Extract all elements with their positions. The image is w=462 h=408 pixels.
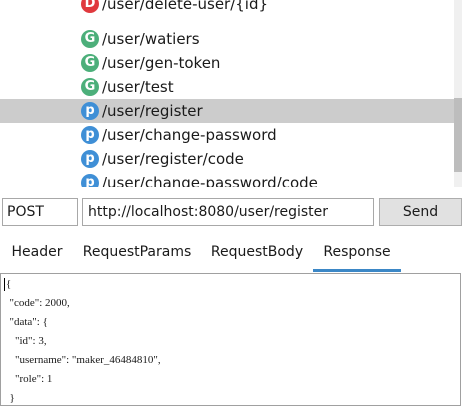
response-line: { xyxy=(6,278,12,290)
post-method-badge: p xyxy=(81,150,99,168)
endpoint-path: /user/delete-user/{id} xyxy=(102,0,269,13)
tab-request-body[interactable]: RequestBody xyxy=(202,236,312,272)
request-bar: POST http://localhost:8080/user/register… xyxy=(0,196,462,230)
post-method-badge: p xyxy=(81,126,99,144)
response-line: "data": { xyxy=(4,316,48,328)
endpoint-path: /user/test xyxy=(102,78,174,96)
response-line: "code": 2000, xyxy=(4,297,70,309)
request-tabs: Header RequestParams RequestBody Respons… xyxy=(0,236,462,272)
tab-response[interactable]: Response xyxy=(313,236,401,272)
endpoint-path: /user/change-password/code xyxy=(102,174,318,187)
endpoint-row[interactable]: p /user/change-password xyxy=(0,123,462,147)
method-field[interactable]: POST xyxy=(2,198,78,226)
endpoint-row[interactable]: p /user/change-password/code xyxy=(0,171,462,187)
endpoint-path: /user/register/code xyxy=(102,150,244,168)
response-body[interactable]: { "code": 2000, "data": { "id": 3, "user… xyxy=(0,273,461,406)
get-method-badge: G xyxy=(81,54,99,72)
endpoint-list[interactable]: D /user/delete-user/{id} G /user/watiers… xyxy=(0,0,462,187)
endpoint-path: /user/change-password xyxy=(102,126,277,144)
delete-method-badge: D xyxy=(81,0,99,13)
response-line: "username": "maker_46484810", xyxy=(4,354,161,366)
endpoint-row[interactable]: G /user/watiers xyxy=(0,27,462,51)
endpoint-row[interactable]: G /user/gen-token xyxy=(0,51,462,75)
text-caret xyxy=(4,278,5,291)
tab-request-params[interactable]: RequestParams xyxy=(76,236,198,272)
url-input[interactable]: http://localhost:8080/user/register xyxy=(82,198,374,226)
get-method-badge: G xyxy=(81,78,99,96)
response-line: } xyxy=(4,392,15,404)
send-button[interactable]: Send xyxy=(379,198,462,226)
list-scrollbar-thumb[interactable] xyxy=(454,98,462,172)
post-method-badge: p xyxy=(81,102,99,120)
response-line: "id": 3, xyxy=(4,335,47,347)
endpoint-path: /user/watiers xyxy=(102,30,200,48)
endpoint-row[interactable]: D /user/delete-user/{id} xyxy=(0,0,462,16)
endpoint-row[interactable]: G /user/test xyxy=(0,75,462,99)
endpoint-path: /user/gen-token xyxy=(102,54,221,72)
response-line: "role": 1 xyxy=(4,373,53,385)
endpoint-row[interactable]: p /user/register/code xyxy=(0,147,462,171)
tab-header[interactable]: Header xyxy=(0,236,74,272)
endpoint-path: /user/register xyxy=(102,102,203,120)
get-method-badge: G xyxy=(81,30,99,48)
post-method-badge: p xyxy=(81,174,99,187)
endpoint-row-selected[interactable]: p /user/register xyxy=(0,99,462,123)
